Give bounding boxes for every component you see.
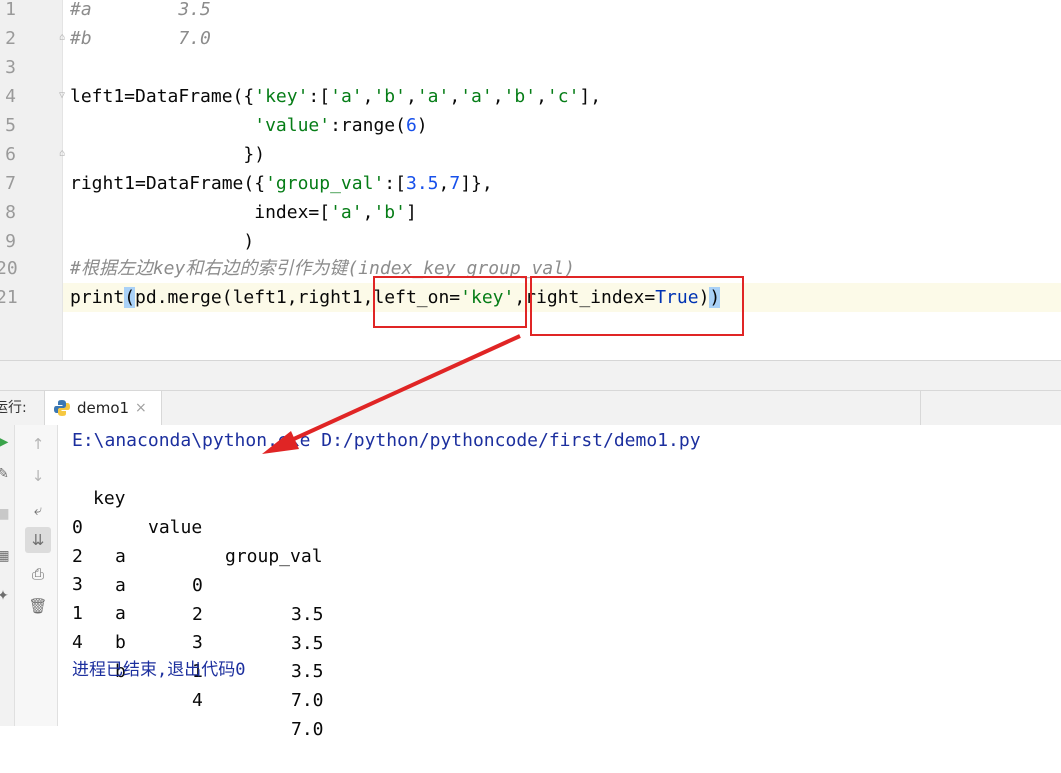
output-row: 2 a 2 3.5 [72,513,372,654]
code-line: index=['a','b'] [70,202,417,223]
code-line: #根据左边key和右边的索引作为键(index_key group_val) [70,258,575,279]
code-line: 'value':range(6) [254,115,428,136]
cell-key: b [115,632,126,653]
cell-group-val: 7.0 [291,719,324,740]
output-row: 4 b 4 7.0 [72,599,372,740]
line-number: 21 [0,287,18,308]
console-output[interactable]: E:\anaconda\python.exe D:/python/pythonc… [58,425,1061,740]
output-row: 1 b 1 7.0 [72,570,372,711]
code-line: #b 7.0 [70,28,211,49]
line-number: 7 [5,173,16,194]
line-number: 8 [5,202,16,223]
down-arrow-icon[interactable]: ↓ [25,463,51,489]
fold-icon[interactable]: ▽ [57,90,67,102]
cell-group-val: 3.5 [291,661,324,682]
exit-message: 进程已结束,退出代码0 [72,660,246,680]
run-tab-label: demo1 [77,399,130,417]
cell-group-val: 7.0 [291,690,324,711]
pin-icon[interactable]: ✦ [0,587,12,605]
console-toolbar: ↑ ↓ ⤶ ⇊ ⎙ 🗑 [15,425,58,726]
line-number: 4 [5,86,16,107]
layout-icon[interactable]: ▦ [0,547,12,565]
cell-group-val: 3.5 [291,633,324,654]
stop-icon[interactable]: ■ [0,505,12,523]
code-line: #a 3.5 [70,0,211,20]
run-icon[interactable]: ▶ [0,433,12,451]
run-label: 运行: [0,400,27,416]
output-row: 0 a 0 3.5 [72,484,372,625]
trash-icon[interactable]: 🗑 [25,593,51,619]
wrench-icon[interactable]: ✎ [0,465,12,483]
line-number: 9 [5,231,16,252]
run-panel-header: 运行: demo1 × [0,390,1061,426]
line-number: 5 [5,115,16,136]
up-arrow-icon[interactable]: ↑ [25,431,51,457]
line-number: 2 [5,28,16,49]
output-header-row: key value group_val [72,455,372,567]
python-icon [54,400,70,416]
code-line: ) [70,231,255,252]
panel-divider[interactable] [0,360,1061,391]
line-number-gutter: 1 2 3 4 5 6 7 8 9 20 21 [0,0,63,360]
run-side-toolbar: ▶ ✎ ■ ▦ ✦ [0,425,15,726]
soft-wrap-icon[interactable]: ⤶ [25,497,51,523]
print-icon[interactable]: ⎙ [25,561,51,587]
code-line: left1=DataFrame({'key':['a','b','a','a',… [70,86,602,107]
code-line: right1=DataFrame({'group_val':[3.5,7]}, [70,173,493,194]
close-icon[interactable]: × [135,391,147,425]
cell-value: 3 [192,632,203,653]
code-editor[interactable]: 1 2 3 4 5 6 7 8 9 20 21 ⌂ ▽ ⌂ #a 3.5 #b … [0,0,1061,360]
code-line-current: print(pd.merge(left1,right1,left_on='key… [70,287,721,308]
row-index: 4 [72,632,83,653]
fold-icon[interactable]: ⌂ [57,32,67,44]
run-command: E:\anaconda\python.exe D:/python/pythonc… [72,430,701,451]
line-number: 3 [5,57,16,78]
scroll-to-end-icon[interactable]: ⇊ [25,527,51,553]
code-line: }) [70,144,266,165]
output-row: 3 a 3 3.5 [72,541,372,682]
cell-value: 4 [192,690,203,711]
line-number: 20 [0,258,18,279]
header-divider [920,391,921,425]
fold-icon[interactable]: ⌂ [57,148,67,160]
line-number: 1 [5,0,16,20]
run-tab-demo1[interactable]: demo1 × [44,391,162,425]
line-number: 6 [5,144,16,165]
